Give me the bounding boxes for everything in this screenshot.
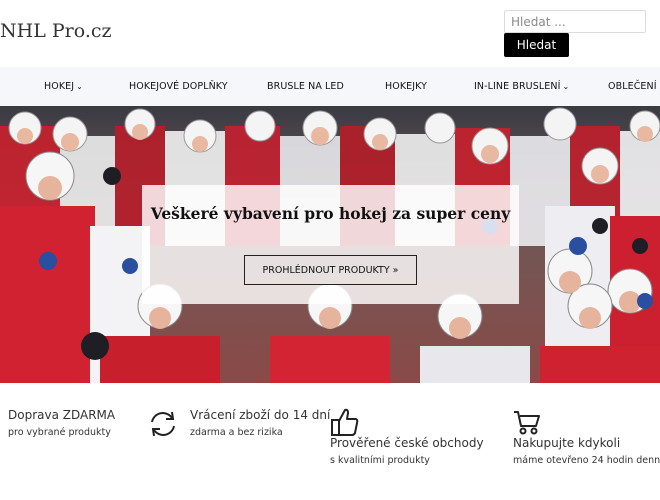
- feature-title: Vrácení zboží do 14 dní: [190, 408, 331, 422]
- feature-subtitle: máme otevřeno 24 hodin denně: [513, 455, 660, 466]
- chevron-down-icon: ⌄: [562, 82, 570, 91]
- chevron-down-icon: ⌄: [76, 82, 83, 91]
- hero-banner: Veškeré vybavení pro hokej za super ceny…: [0, 106, 660, 383]
- feature-title: Prověřené české obchody: [330, 436, 484, 450]
- nav-item-label: HOKEJ: [44, 81, 75, 92]
- hero-title: Veškeré vybavení pro hokej za super ceny: [150, 204, 511, 223]
- nav-item-hokej[interactable]: HOKEJ ⌄: [44, 67, 83, 106]
- nav-item-label: IN-LINE BRUSLENÍ: [474, 81, 561, 92]
- feature-trusted-shops: Prověřené české obchody s kvalitními pro…: [330, 436, 484, 466]
- search-input[interactable]: [504, 10, 646, 33]
- nav-item-label: BRUSLE NA LED: [267, 81, 344, 92]
- feature-subtitle: pro vybrané produkty: [8, 427, 111, 438]
- nav-item-hokejky[interactable]: HOKEJKY: [385, 67, 427, 106]
- main-nav: HOKEJ ⌄ HOKEJOVÉ DOPLŇKY BRUSLE NA LED HO…: [0, 67, 660, 106]
- hero-overlay-box: Veškeré vybavení pro hokej za super ceny…: [142, 185, 519, 304]
- search-button[interactable]: Hledat: [504, 33, 569, 57]
- thumbs-up-icon: [331, 408, 359, 436]
- nav-item-in-line-brusleni[interactable]: IN-LINE BRUSLENÍ ⌄: [474, 67, 569, 106]
- feature-subtitle: zdarma a bez rizika: [190, 427, 283, 438]
- feature-title: Nakupujte kdykoli: [513, 436, 621, 450]
- feature-shipping: Doprava ZDARMA pro vybrané produkty: [8, 408, 115, 438]
- browse-products-button[interactable]: PROHLÉDNOUT PRODUKTY »: [244, 255, 417, 285]
- cart-icon: [514, 411, 540, 435]
- feature-title: Doprava ZDARMA: [8, 408, 116, 422]
- nav-item-obleceni[interactable]: OBLEČENÍ A: [608, 67, 660, 106]
- nav-item-brusle-na-led[interactable]: BRUSLE NA LED: [267, 67, 344, 106]
- feature-subtitle: s kvalitními produkty: [330, 455, 430, 466]
- site-title[interactable]: NHL Pro.cz: [0, 20, 112, 42]
- feature-returns: Vrácení zboží do 14 dní zdarma a bez riz…: [190, 408, 330, 438]
- nav-item-label: OBLEČENÍ A: [608, 81, 660, 92]
- feature-shop-anytime: Nakupujte kdykoli máme otevřeno 24 hodin…: [513, 436, 660, 466]
- nav-item-label: HOKEJOVÉ DOPLŇKY: [129, 81, 228, 92]
- return-arrows-icon: [151, 411, 175, 437]
- nav-item-label: HOKEJKY: [385, 81, 428, 92]
- nav-item-hokejove-doplnky[interactable]: HOKEJOVÉ DOPLŇKY: [129, 67, 228, 106]
